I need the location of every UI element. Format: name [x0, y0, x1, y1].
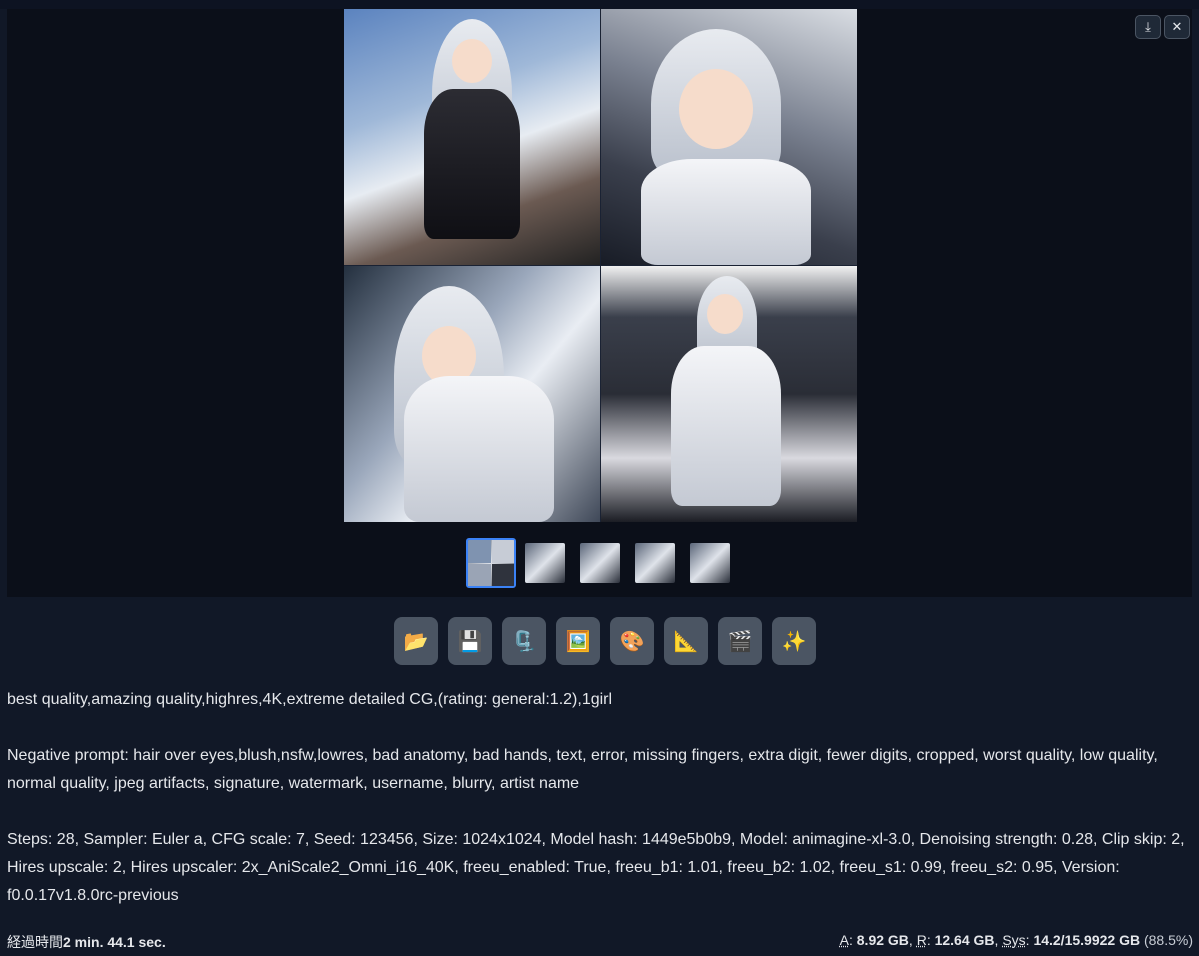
image-gallery: ⤓ ✕	[7, 9, 1192, 597]
sparkles-icon: ✨	[781, 630, 807, 653]
grid-image-1	[344, 9, 600, 265]
thumbnail-3[interactable]	[580, 543, 620, 583]
elapsed-value: 2 min. 44.1 sec.	[63, 934, 166, 950]
floppy-disk-icon: 💾	[457, 630, 483, 653]
elapsed-label: 経過時間	[7, 934, 63, 950]
close-icon[interactable]: ✕	[1164, 15, 1190, 39]
thumbnail-5[interactable]	[690, 543, 730, 583]
save-button[interactable]: 💾	[448, 617, 492, 665]
folder-icon: 📂	[403, 630, 429, 653]
sys-percent: (88.5%)	[1143, 932, 1193, 948]
clapperboard-icon: 🎬	[727, 630, 753, 653]
thumbnail-4[interactable]	[635, 543, 675, 583]
send-to-extras-button[interactable]: 📐	[664, 617, 708, 665]
elapsed-time: 経過時間2 min. 44.1 sec.	[7, 932, 166, 952]
prompt-text: best quality,amazing quality,highres,4K,…	[7, 691, 613, 708]
generation-info: best quality,amazing quality,highres,4K,…	[7, 686, 1187, 910]
sys-label: Sys	[1002, 932, 1026, 948]
palette-icon: 🎨	[619, 630, 645, 653]
thumbnail-2[interactable]	[525, 543, 565, 583]
action-toolbar: 📂 💾 🗜️ 🖼️ 🎨 📐 🎬 ✨	[394, 617, 816, 665]
zip-button[interactable]: 🗜️	[502, 617, 546, 665]
open-folder-button[interactable]: 📂	[394, 617, 438, 665]
send-to-enhance-button[interactable]: ✨	[772, 617, 816, 665]
grid-image-2	[601, 9, 857, 265]
download-icon[interactable]: ⤓	[1135, 15, 1161, 39]
thumbnail-1[interactable]	[466, 538, 516, 588]
main-preview-image[interactable]	[344, 9, 857, 522]
grid-image-4	[601, 266, 857, 522]
triangle-ruler-icon: 📐	[673, 630, 699, 653]
a-value: 8.92 GB	[856, 932, 909, 948]
send-to-img2img-button[interactable]: 🖼️	[556, 617, 600, 665]
top-strip	[0, 0, 1199, 9]
memory-usage: A: 8.92 GB, R: 12.64 GB, Sys: 14.2/15.99…	[839, 932, 1193, 948]
a-label: A	[839, 932, 849, 948]
parameters-text: Steps: 28, Sampler: Euler a, CFG scale: …	[7, 831, 1185, 904]
picture-icon: 🖼️	[565, 630, 591, 653]
send-to-video-button[interactable]: 🎬	[718, 617, 762, 665]
sys-value: 14.2/15.9922 GB	[1033, 932, 1141, 948]
r-value: 12.64 GB	[934, 932, 995, 948]
negative-prompt-text: Negative prompt: hair over eyes,blush,ns…	[7, 747, 1158, 792]
r-label: R	[916, 932, 927, 948]
status-footer: 経過時間2 min. 44.1 sec. A: 8.92 GB, R: 12.6…	[7, 932, 1193, 952]
zip-icon: 🗜️	[511, 630, 537, 653]
thumbnail-strip	[7, 538, 1192, 588]
grid-image-3	[344, 266, 600, 522]
send-to-inpaint-button[interactable]: 🎨	[610, 617, 654, 665]
